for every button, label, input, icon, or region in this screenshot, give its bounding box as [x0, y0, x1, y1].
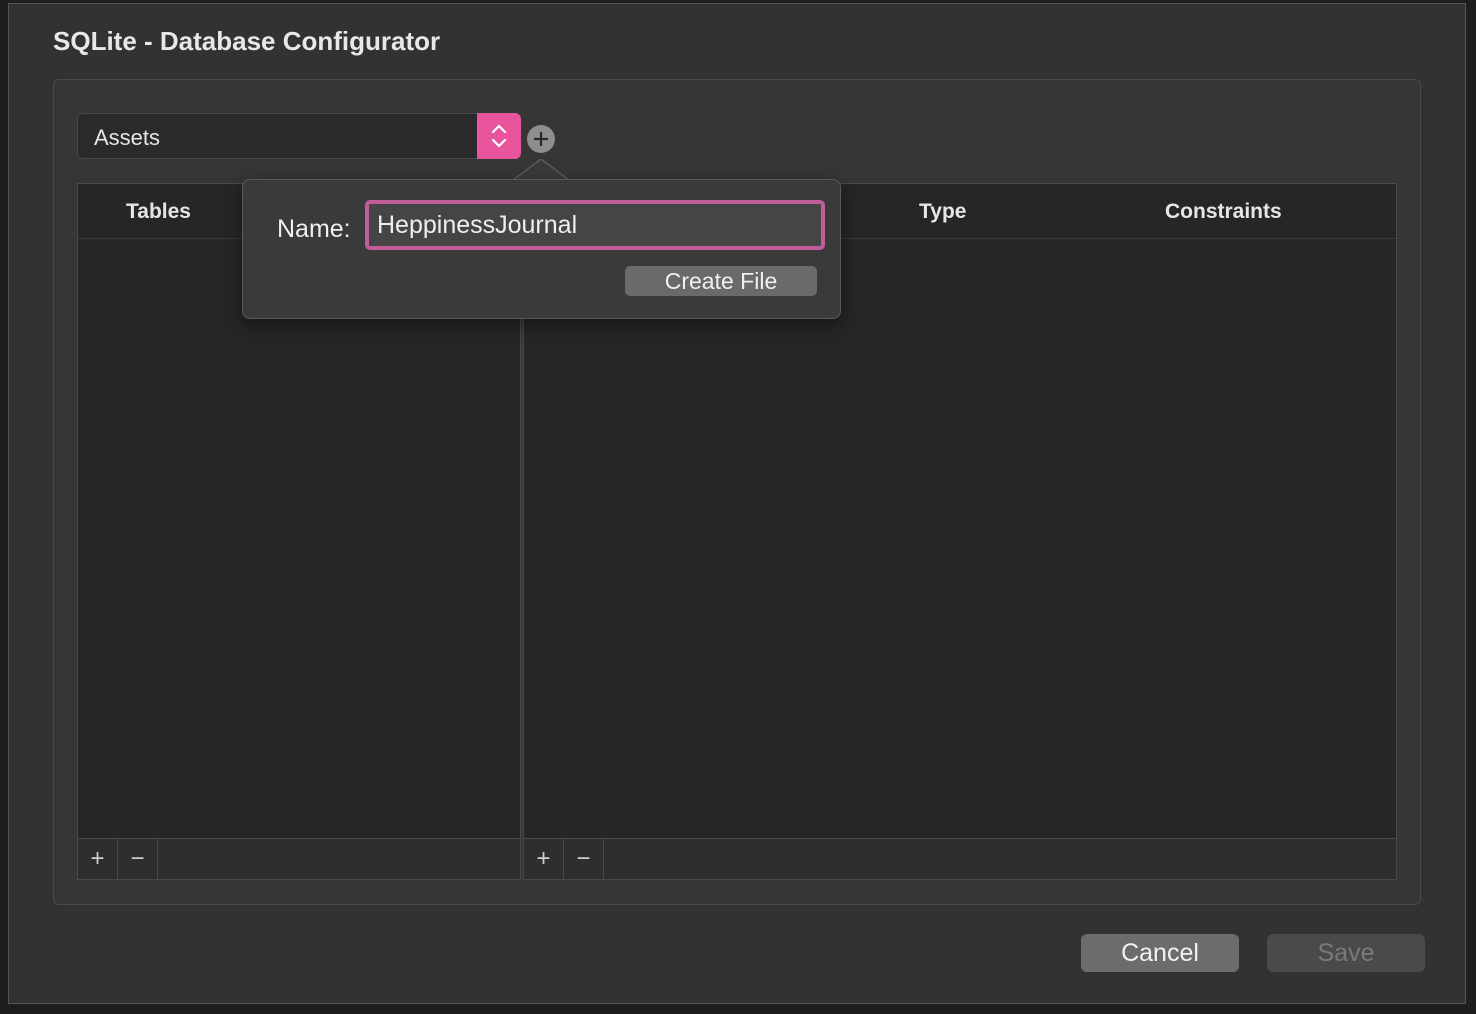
tables-column-header: Tables	[126, 200, 191, 223]
add-database-button[interactable]	[527, 125, 555, 153]
save-button[interactable]: Save	[1267, 934, 1425, 972]
remove-table-button[interactable]: −	[118, 839, 158, 879]
cancel-button[interactable]: Cancel	[1081, 934, 1239, 972]
add-table-button[interactable]: +	[78, 839, 118, 879]
columns-footer: + −	[524, 838, 1396, 879]
create-file-button[interactable]: Create File	[625, 266, 817, 296]
plus-icon	[534, 132, 548, 146]
window-title: SQLite - Database Configurator	[53, 26, 441, 56]
tables-footer: + −	[78, 838, 520, 879]
add-column-button[interactable]: +	[524, 839, 564, 879]
configurator-window: SQLite - Database Configurator Assets Ta…	[8, 3, 1466, 1004]
type-column-header: Type	[919, 200, 967, 223]
database-popup-label: Assets	[94, 125, 161, 150]
constraints-column-header: Constraints	[1165, 200, 1282, 223]
remove-column-button[interactable]: −	[564, 839, 604, 879]
popover-arrow	[513, 159, 569, 181]
database-popup[interactable]: Assets	[77, 113, 521, 159]
name-label: Name:	[277, 215, 351, 243]
new-file-popover: Name: Create File	[242, 179, 841, 319]
popup-stepper-icon[interactable]	[477, 113, 521, 159]
name-input[interactable]	[365, 200, 825, 250]
